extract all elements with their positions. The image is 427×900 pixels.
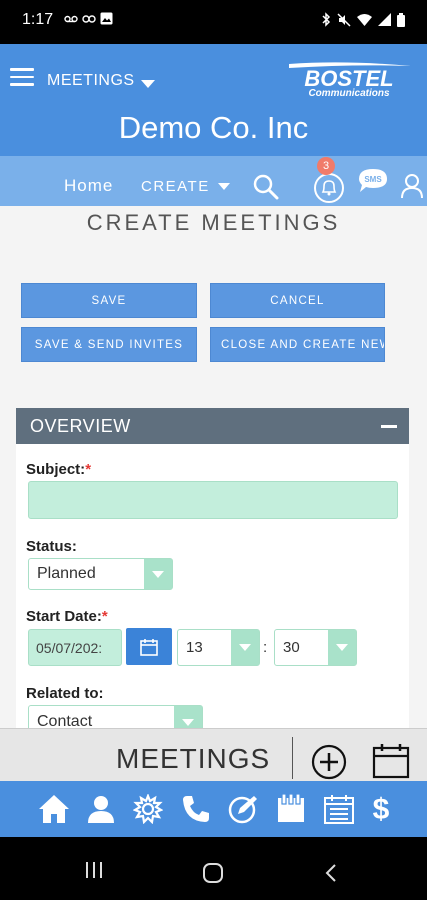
link-icon: [82, 14, 96, 23]
signal-icon: [378, 13, 391, 26]
minute-select[interactable]: 30: [274, 629, 357, 666]
hour-select[interactable]: 13: [177, 629, 260, 666]
settings-icon[interactable]: [133, 794, 163, 824]
chevron-down-icon: [174, 706, 202, 728]
status-select[interactable]: Planned: [28, 558, 173, 590]
phone-icon[interactable]: [181, 794, 211, 824]
battery-icon: [397, 12, 405, 27]
cancel-button[interactable]: CANCEL: [210, 283, 385, 318]
svg-text:$: $: [373, 793, 390, 826]
calendar-list-icon[interactable]: [323, 794, 355, 824]
back-icon[interactable]: [324, 864, 338, 882]
home-button-icon[interactable]: [202, 863, 224, 883]
sms-icon[interactable]: SMS: [357, 167, 389, 195]
status-value: Planned: [37, 565, 96, 582]
hour-value: 13: [186, 639, 203, 656]
related-to-label: Related to:: [26, 685, 104, 702]
module-dropdown[interactable]: MEETINGS: [47, 72, 155, 90]
status-bar: 1:17: [0, 0, 427, 44]
required-mark: *: [85, 461, 92, 478]
recent-apps-icon[interactable]: [84, 861, 104, 879]
company-logo: BOSTEL Communications: [289, 62, 411, 99]
bottom-tray: MEETINGS: [0, 728, 427, 781]
calendar-picker-button[interactable]: [126, 628, 172, 665]
subject-label: Subject:*: [26, 461, 92, 478]
time-separator: :: [263, 639, 268, 656]
status-right-icons: [321, 12, 405, 27]
android-nav-bar: [0, 837, 427, 900]
caret-down-icon: [140, 80, 155, 88]
tray-divider: [292, 737, 293, 779]
nav-create-label: CREATE: [141, 178, 210, 195]
tray-module-label: MEETINGS: [116, 743, 271, 774]
required-mark: *: [101, 608, 108, 625]
edit-icon[interactable]: [228, 794, 258, 824]
home-icon[interactable]: [38, 794, 70, 824]
save-send-invites-button[interactable]: SAVE & SEND INVITES: [21, 327, 197, 362]
menu-icon[interactable]: [10, 68, 34, 86]
chevron-down-icon: [144, 559, 172, 589]
svg-text:SMS: SMS: [364, 175, 382, 184]
page-title: CREATE MEETINGS: [86, 210, 341, 235]
user-icon[interactable]: [400, 173, 424, 199]
search-icon[interactable]: [253, 174, 279, 200]
notification-bell-icon[interactable]: [312, 172, 346, 204]
company-name: Demo Co. Inc: [118, 110, 309, 145]
calendar-icon: [140, 638, 158, 656]
save-button[interactable]: SAVE: [21, 283, 197, 318]
svg-text:Communications: Communications: [308, 88, 390, 99]
start-date-input[interactable]: 05/07/202:: [28, 629, 122, 666]
caret-down-icon: [217, 183, 230, 190]
chevron-down-icon: [231, 630, 259, 665]
subject-input[interactable]: [28, 481, 398, 519]
image-icon: [100, 12, 113, 25]
chevron-down-icon: [328, 630, 356, 665]
overview-title: OVERVIEW: [30, 416, 131, 436]
calendar-view-icon[interactable]: [372, 743, 410, 779]
wifi-icon: [357, 13, 372, 26]
status-left-icons: [64, 12, 113, 25]
dollar-icon[interactable]: $: [371, 792, 391, 826]
related-to-value: Contact: [37, 713, 93, 728]
module-label: MEETINGS: [47, 72, 135, 89]
minute-value: 30: [283, 639, 300, 656]
contacts-icon[interactable]: [86, 794, 116, 824]
overview-panel: OVERVIEW Subject:* Status: Planned Start…: [16, 408, 409, 728]
related-to-select[interactable]: Contact: [28, 705, 203, 728]
overview-header[interactable]: OVERVIEW: [16, 408, 409, 444]
bottom-tab-bar: $: [0, 781, 427, 837]
nav-home-link[interactable]: Home: [64, 176, 113, 196]
voicemail-icon: [64, 15, 78, 22]
main-content: CREATE MEETINGS SAVE CANCEL SAVE & SEND …: [0, 206, 427, 728]
close-create-new-button[interactable]: CLOSE AND CREATE NEW: [210, 327, 385, 362]
nav-bar: Home CREATE SMS: [0, 156, 427, 206]
nav-create-dropdown[interactable]: CREATE: [141, 178, 230, 195]
notification-badge: 3: [317, 157, 335, 175]
add-circle-icon[interactable]: [311, 744, 347, 780]
status-label: Status:: [26, 538, 77, 555]
start-date-label: Start Date:*: [26, 608, 108, 625]
cases-icon[interactable]: [276, 794, 306, 824]
mute-icon: [337, 12, 351, 27]
status-time: 1:17: [22, 11, 54, 28]
bluetooth-icon: [322, 12, 331, 27]
collapse-icon[interactable]: [381, 425, 397, 428]
app-header: MEETINGS BOSTEL Communications Demo Co. …: [0, 44, 427, 156]
